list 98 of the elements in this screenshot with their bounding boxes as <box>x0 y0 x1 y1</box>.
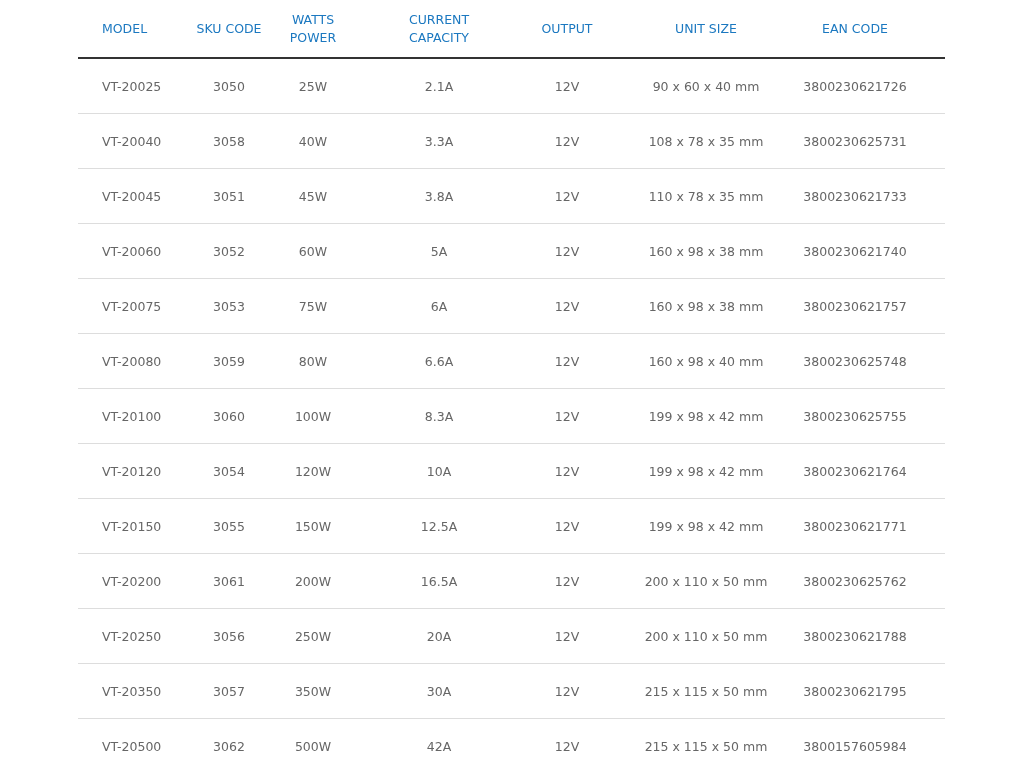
table-cell-text: 199 x 98 x 42 mm <box>647 408 765 424</box>
table-cell-text: 12V <box>553 188 581 204</box>
table-cell-text: 75W <box>297 298 329 314</box>
table-cell-text: 12V <box>553 408 581 424</box>
column-header: OUTPUT <box>540 19 594 38</box>
column-header: CURRENT CAPACITY <box>407 10 471 47</box>
table-cell-text: 3058 <box>212 133 246 149</box>
table-cell-text: 12V <box>553 683 581 699</box>
table-cell-text: 6.6A <box>423 353 455 369</box>
table-cell-text: 3.8A <box>423 188 455 204</box>
table-cell-text: VT-20150 <box>101 518 163 534</box>
table-cell-text: 60W <box>297 243 329 259</box>
table-cell-text: 3800230621757 <box>803 298 908 314</box>
table-cell-text: 160 x 98 x 40 mm <box>647 353 765 369</box>
table-cell-text: VT-20100 <box>101 408 163 424</box>
table-cell-text: VT-20075 <box>101 298 163 314</box>
table-cell-text: 12V <box>553 78 581 94</box>
table-cell-text: VT-20040 <box>101 133 163 149</box>
table-cell-text: 120W <box>293 463 333 479</box>
column-header: EAN CODE <box>821 19 889 38</box>
table-cell-text: 110 x 78 x 35 mm <box>647 188 765 204</box>
table-cell-text: 160 x 98 x 38 mm <box>647 298 765 314</box>
table-cell-text: 3800230625755 <box>803 408 908 424</box>
column-header: UNIT SIZE <box>674 19 738 38</box>
table-cell-text: 10A <box>425 463 453 479</box>
table-cell-text: 90 x 60 x 40 mm <box>651 78 761 94</box>
table-cell-text: VT-20060 <box>101 243 163 259</box>
table-cell-text: 3057 <box>212 683 246 699</box>
table-cell-text: 6A <box>429 298 449 314</box>
table-cell-text: 3800230625731 <box>803 133 908 149</box>
table-cell-text: 500W <box>293 738 333 754</box>
table-cell-text: 12V <box>553 353 581 369</box>
table-cell-text: 3061 <box>212 573 246 589</box>
table-cell-text: 3052 <box>212 243 246 259</box>
table-cell-text: 12.5A <box>419 518 459 534</box>
table-cell-text: 3800230621771 <box>803 518 908 534</box>
table-cell-text: 3800230621740 <box>803 243 908 259</box>
table-cell-text: 3800157605984 <box>803 738 908 754</box>
table-cell-text: 12V <box>553 463 581 479</box>
table-cell-text: 25W <box>297 78 329 94</box>
table-cell-text: 12V <box>553 518 581 534</box>
table-cell-text: 3060 <box>212 408 246 424</box>
table-cell-text: 12V <box>553 243 581 259</box>
table-cell-text: 2.1A <box>423 78 455 94</box>
table-cell-text: 108 x 78 x 35 mm <box>647 133 765 149</box>
table-cell-text: VT-20080 <box>101 353 163 369</box>
table-cell-text: VT-20200 <box>101 573 163 589</box>
table-cell-text: 250W <box>293 628 333 644</box>
table-cell-text: 5A <box>429 243 449 259</box>
table-cell-text: 350W <box>293 683 333 699</box>
column-header: MODEL <box>101 19 149 38</box>
table-cell-text: 3800230621726 <box>803 78 908 94</box>
table-cell-text: 199 x 98 x 42 mm <box>647 518 765 534</box>
table-cell-text: 160 x 98 x 38 mm <box>647 243 765 259</box>
table-cell-text: 45W <box>297 188 329 204</box>
table-cell-text: 3059 <box>212 353 246 369</box>
table-cell-text: VT-20350 <box>101 683 163 699</box>
table-cell-text: 3050 <box>212 78 246 94</box>
table-cell-text: VT-20045 <box>101 188 163 204</box>
table-cell-text: 42A <box>425 738 453 754</box>
table-cell-text: 12V <box>553 133 581 149</box>
table-cell-text: VT-20120 <box>101 463 163 479</box>
table-cell-text: 3051 <box>212 188 246 204</box>
table-cell-text: 215 x 115 x 50 mm <box>643 683 769 699</box>
table-cell-text: 20A <box>425 628 453 644</box>
table-cell-text: 3800230625762 <box>803 573 908 589</box>
table-cell-text: 3.3A <box>423 133 455 149</box>
table-cell-text: 3800230621733 <box>803 188 908 204</box>
table-cell-text: VT-20500 <box>101 738 163 754</box>
table-cell-text: 3062 <box>212 738 246 754</box>
table-cell-text: 8.3A <box>423 408 455 424</box>
table-cell-text: 30A <box>425 683 453 699</box>
table-cell-text: 100W <box>293 408 333 424</box>
column-header: SKU CODE <box>195 19 263 38</box>
table-cell-text: 12V <box>553 298 581 314</box>
table-cell-text: 3055 <box>212 518 246 534</box>
table-cell-text: 40W <box>297 133 329 149</box>
table-cell-text: 3800230621788 <box>803 628 908 644</box>
table-cell-text: 215 x 115 x 50 mm <box>643 738 769 754</box>
table-cell-text: 12V <box>553 573 581 589</box>
table-cell-text: 3800230621764 <box>803 463 908 479</box>
column-header: WATTS POWER <box>288 10 338 47</box>
table-cell-text: 199 x 98 x 42 mm <box>647 463 765 479</box>
table-cell-text: 3053 <box>212 298 246 314</box>
table-cell-text: 200 x 110 x 50 mm <box>643 573 769 589</box>
table-cell-text: 200W <box>293 573 333 589</box>
table-cell-text: VT-20250 <box>101 628 163 644</box>
table-cell-text: 16.5A <box>419 573 459 589</box>
table-cell-text: 3056 <box>212 628 246 644</box>
table-cell-text: 3800230625748 <box>803 353 908 369</box>
table-cell-text: 200 x 110 x 50 mm <box>643 628 769 644</box>
table-cell-text: 3054 <box>212 463 246 479</box>
table-cell-text: 12V <box>553 738 581 754</box>
table-cell-text: 80W <box>297 353 329 369</box>
table-cell-text: 150W <box>293 518 333 534</box>
table-cell-text: 3800230621795 <box>803 683 908 699</box>
table-cell-text: 12V <box>553 628 581 644</box>
table-cell-text: VT-20025 <box>101 78 163 94</box>
